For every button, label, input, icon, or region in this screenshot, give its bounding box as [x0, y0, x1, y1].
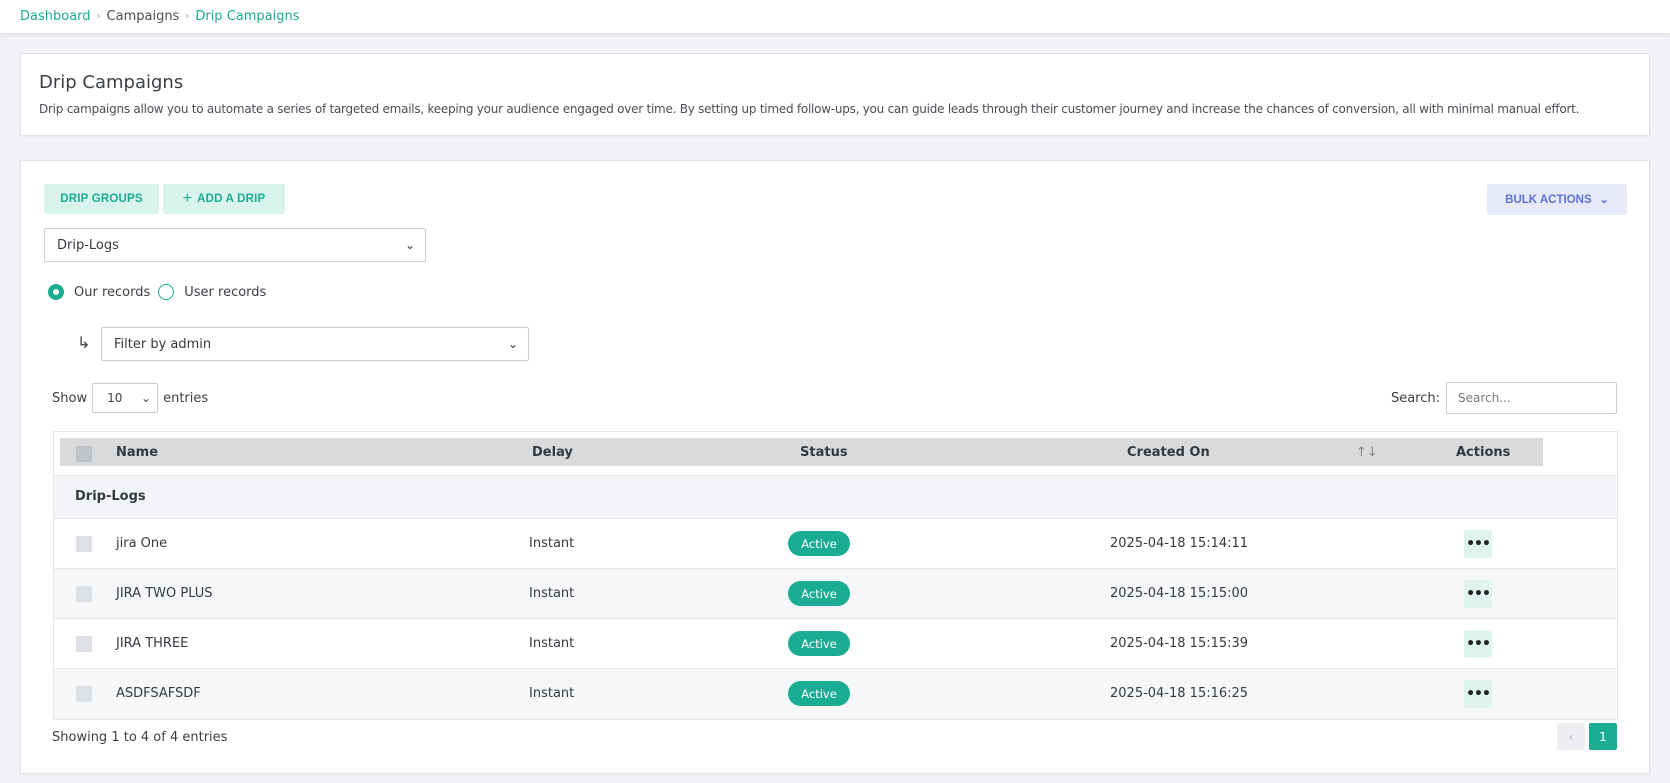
- chevron-down-icon: ⌄: [1599, 194, 1609, 206]
- page-button[interactable]: 1: [1589, 723, 1617, 750]
- user-records-radio[interactable]: [158, 284, 175, 300]
- plus-icon: +: [182, 190, 193, 207]
- sort-icon[interactable]: ↑↓: [1356, 445, 1378, 460]
- group-label: Drip-Logs: [75, 489, 146, 504]
- status-badge: Active: [788, 581, 850, 606]
- breadcrumb-current: Drip Campaigns: [195, 9, 300, 24]
- row-delay: Instant: [529, 536, 575, 551]
- select-all-checkbox[interactable]: [76, 446, 92, 462]
- entries-label: entries: [163, 390, 209, 406]
- chevron-down-icon: ⌄: [507, 337, 518, 351]
- entries-select-value: 10: [107, 391, 123, 405]
- intro-card: Drip Campaigns Drip campaigns allow you …: [20, 53, 1650, 136]
- row-checkbox[interactable]: [76, 536, 92, 552]
- our-records-radio[interactable]: [48, 284, 64, 300]
- drip-group-select-value: Drip-Logs: [57, 237, 119, 253]
- entries-length-control: Show 10 ⌄ entries: [52, 383, 208, 413]
- search-label: Search:: [1390, 390, 1440, 406]
- table-header: Name Delay Status Created On ↑↓ Actions: [54, 432, 1617, 476]
- column-header-created[interactable]: Created On: [1127, 445, 1210, 460]
- column-header-actions: Actions: [1456, 445, 1511, 460]
- table-info: Showing 1 to 4 of 4 entries: [52, 730, 228, 745]
- row-delay: Instant: [529, 586, 575, 601]
- pagination: ‹ 1: [1553, 723, 1617, 750]
- breadcrumb-separator-icon: ›: [96, 11, 101, 22]
- column-header-name[interactable]: Name: [116, 445, 158, 460]
- drip-group-select[interactable]: Drip-Logs ⌄: [44, 228, 426, 262]
- row-name: ASDFSAFSDF: [116, 686, 201, 701]
- admin-filter-value: Filter by admin: [114, 336, 212, 352]
- row-checkbox[interactable]: [76, 586, 92, 602]
- row-created-on: 2025-04-18 15:14:11: [1110, 536, 1249, 551]
- row-checkbox[interactable]: [76, 686, 92, 702]
- return-arrow-icon: ↳: [77, 333, 91, 352]
- row-name: JIRA TWO PLUS: [116, 586, 213, 601]
- previous-page-button[interactable]: ‹: [1557, 723, 1585, 750]
- table-body: jira One Instant Active 2025-04-18 15:14:11…: [54, 519, 1617, 719]
- drip-groups-label: DRIP GROUPS: [60, 193, 143, 205]
- row-checkbox[interactable]: [76, 636, 92, 652]
- more-horizontal-icon[interactable]: •••: [1464, 530, 1492, 558]
- drips-table: Name Delay Status Created On ↑↓ Actions …: [53, 431, 1618, 720]
- breadcrumb-campaigns-link[interactable]: Campaigns: [107, 9, 180, 24]
- add-drip-label: ADD A DRIP: [197, 193, 266, 205]
- records-radio-group: Our records User records: [48, 284, 274, 300]
- page-description: Drip campaigns allow you to automate a s…: [39, 102, 1580, 116]
- more-horizontal-icon[interactable]: •••: [1464, 580, 1492, 608]
- top-bar: Dashboard › Campaigns › Drip Campaigns: [0, 0, 1670, 34]
- status-badge: Active: [788, 631, 850, 656]
- bulk-actions-label: BULK ACTIONS: [1505, 193, 1592, 206]
- table-row: JIRA THREE Instant Active 2025-04-18 15:15:…: [54, 619, 1617, 669]
- bulk-actions-button[interactable]: BULK ACTIONS ⌄: [1487, 184, 1627, 215]
- page-title: Drip Campaigns: [39, 72, 184, 93]
- row-delay: Instant: [529, 636, 575, 651]
- column-header-delay[interactable]: Delay: [532, 445, 573, 460]
- table-row: ASDFSAFSDF Instant Active 2025-04-18 15:16:…: [54, 669, 1617, 719]
- row-created-on: 2025-04-18 15:15:00: [1110, 586, 1249, 601]
- breadcrumb-separator-icon: ›: [185, 11, 190, 22]
- breadcrumb: Dashboard › Campaigns › Drip Campaigns: [20, 9, 300, 24]
- search-input[interactable]: [1446, 382, 1617, 414]
- drip-list-card: DRIP GROUPS + ADD A DRIP BULK ACTIONS ⌄ …: [20, 160, 1650, 774]
- our-records-label[interactable]: Our records: [74, 285, 150, 300]
- row-delay: Instant: [529, 686, 575, 701]
- status-badge: Active: [788, 531, 850, 556]
- admin-filter-select[interactable]: Filter by admin ⌄: [101, 327, 529, 361]
- row-name: jira One: [116, 536, 168, 551]
- chevron-down-icon: ⌄: [141, 391, 152, 405]
- show-label: Show: [52, 390, 88, 406]
- drip-groups-button[interactable]: DRIP GROUPS: [44, 184, 159, 214]
- search-control: Search:: [1391, 382, 1617, 414]
- more-horizontal-icon[interactable]: •••: [1464, 630, 1492, 658]
- table-row: jira One Instant Active 2025-04-18 15:14:11…: [54, 519, 1617, 569]
- row-name: JIRA THREE: [116, 636, 189, 651]
- table-row: JIRA TWO PLUS Instant Active 2025-04-18 15:…: [54, 569, 1617, 619]
- status-badge: Active: [788, 681, 850, 706]
- row-created-on: 2025-04-18 15:16:25: [1110, 686, 1249, 701]
- add-drip-button[interactable]: + ADD A DRIP: [163, 184, 285, 214]
- more-horizontal-icon[interactable]: •••: [1464, 680, 1492, 708]
- breadcrumb-dashboard-link[interactable]: Dashboard: [20, 9, 91, 24]
- chevron-down-icon: ⌄: [404, 238, 415, 252]
- row-created-on: 2025-04-18 15:15:39: [1110, 636, 1249, 651]
- column-header-status[interactable]: Status: [800, 445, 848, 460]
- group-row: Drip-Logs: [54, 476, 1617, 519]
- user-records-label[interactable]: User records: [184, 285, 266, 300]
- entries-select[interactable]: 10 ⌄: [92, 383, 159, 413]
